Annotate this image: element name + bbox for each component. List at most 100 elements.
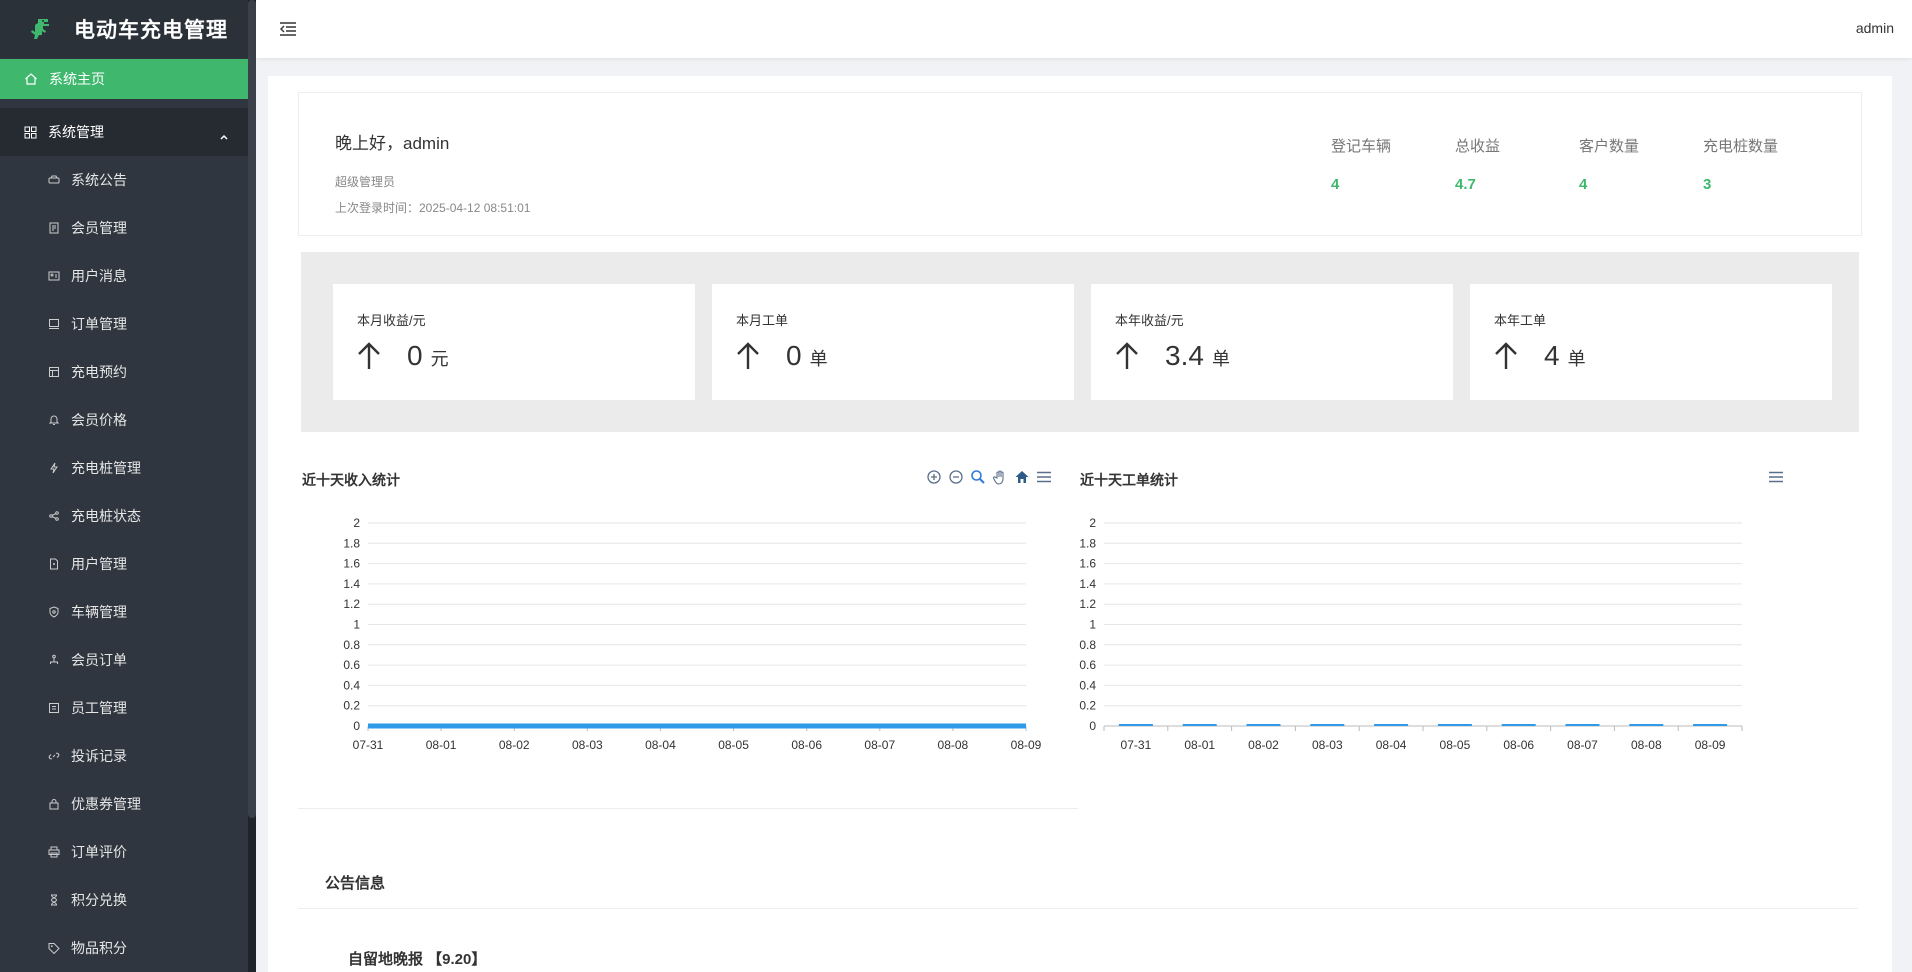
card-value: 0 (407, 340, 423, 371)
y-tick-label: 0.2 (343, 699, 360, 713)
sidebar-item-label: 员工管理 (71, 700, 127, 716)
notice-section-title: 公告信息 (325, 875, 386, 892)
tag-icon (48, 942, 60, 954)
sidebar-item-users[interactable]: 用户管理 (0, 540, 248, 588)
printer-icon (48, 846, 60, 858)
y-tick-label: 0.6 (343, 658, 360, 672)
sidebar-item-label: 车辆管理 (71, 604, 127, 620)
link-icon (48, 750, 60, 762)
sidebar-item-complaints[interactable]: 投诉记录 (0, 732, 248, 780)
divider (298, 808, 1078, 809)
y-tick-label: 1 (1089, 618, 1096, 632)
bell-icon (48, 414, 60, 426)
card-unit: 单 (809, 349, 828, 369)
stat-charging-piles: 充电桩数量 3 (1703, 135, 1813, 193)
sidebar-group-system[interactable]: 系统管理 (0, 108, 248, 156)
bar (1693, 724, 1728, 726)
sidebar-item-pile-manage[interactable]: 充电桩管理 (0, 444, 248, 492)
sidebar-item-label: 优惠券管理 (71, 796, 141, 812)
income-chart[interactable]: 0 0.2 0.4 0.6 0.8 1 1.2 1.4 1.6 1.8 2 07-31 08-01 08-… (268, 456, 1048, 788)
stat-total-revenue: 总收益 4.7 (1455, 135, 1565, 193)
arrow-up-icon (357, 341, 381, 371)
dinosaur-logo-icon (26, 16, 52, 42)
sidebar-item-reservations[interactable]: 充电预约 (0, 348, 248, 396)
stat-value: 4.7 (1455, 176, 1476, 193)
x-tick-label: 08-09 (1695, 738, 1726, 752)
x-tick-label: 08-06 (1503, 738, 1534, 752)
sidebar-item-messages[interactable]: 用户消息 (0, 252, 248, 300)
sidebar-item-members[interactable]: 会员管理 (0, 204, 248, 252)
menu-toggle-icon[interactable] (278, 19, 298, 39)
card-label: 本年工单 (1494, 313, 1547, 328)
x-tick-label: 08-01 (1184, 738, 1215, 752)
sidebar-item-member-price[interactable]: 会员价格 (0, 396, 248, 444)
x-tick-label: 08-06 (791, 738, 822, 752)
card-label: 本月收益/元 (357, 313, 426, 328)
sidebar-item-member-orders[interactable]: 会员订单 (0, 636, 248, 684)
share-icon (48, 510, 60, 522)
y-tick-label: 0.8 (1079, 638, 1096, 652)
layout-icon (48, 366, 60, 378)
car-icon (48, 174, 60, 186)
y-tick-label: 0.2 (1079, 699, 1096, 713)
y-tick-label: 0 (353, 719, 360, 733)
notice-item[interactable]: 自留地晚报 【9.20】 (348, 948, 486, 969)
x-tick-label: 08-07 (1567, 738, 1598, 752)
card-year-orders: 本年工单 4 单 (1470, 284, 1832, 400)
sidebar-item-coupons[interactable]: 优惠券管理 (0, 780, 248, 828)
x-tick-label: 08-08 (938, 738, 969, 752)
sidebar-item-label: 用户消息 (71, 268, 127, 284)
shield-icon (48, 606, 60, 618)
sidebar-scrollbar-track[interactable] (248, 0, 256, 972)
user-menu[interactable]: admin (1856, 20, 1894, 36)
y-tick-label: 0 (1089, 719, 1096, 733)
stat-label: 登记车辆 (1331, 138, 1392, 155)
grid-icon (24, 126, 37, 139)
brand: 电动车充电管理 (0, 0, 248, 58)
card-value: 4 (1544, 340, 1560, 371)
sidebar-item-label: 充电预约 (71, 364, 127, 380)
sidebar-item-label: 物品积分 (71, 940, 127, 956)
orders-chart-panel: 近十天工单统计 0 0.2 0.4 0.6 0.8 1 1.2 1.4 1.6 1.8 2 07-31… (1046, 456, 1826, 788)
sidebar-item-label: 订单管理 (71, 316, 127, 332)
sidebar-item-item-points[interactable]: 物品积分 (0, 924, 248, 972)
user-role: 超级管理员 (335, 175, 396, 189)
sidebar-item-pile-status[interactable]: 充电桩状态 (0, 492, 248, 540)
id-card-icon (48, 270, 60, 282)
sidebar-item-label: 系统公告 (71, 172, 127, 188)
sidebar-item-vehicles[interactable]: 车辆管理 (0, 588, 248, 636)
card-unit: 元 (430, 349, 449, 369)
sidebar-item-orders[interactable]: 订单管理 (0, 300, 248, 348)
x-tick-label: 08-04 (1376, 738, 1407, 752)
orders-chart[interactable]: 0 0.2 0.4 0.6 0.8 1 1.2 1.4 1.6 1.8 2 07-31 08-01 08-… (1046, 456, 1826, 788)
sidebar-item-home[interactable]: 系统主页 (0, 59, 248, 99)
sidebar-item-points-exchange[interactable]: 积分兑换 (0, 876, 248, 924)
sidebar-scrollbar-thumb[interactable] (248, 0, 256, 818)
app-title: 电动车充电管理 (74, 19, 228, 42)
sidebar-item-staff[interactable]: 员工管理 (0, 684, 248, 732)
sidebar-submenu: 系统公告 会员管理 用户消息 订单管理 充电预约 会员价格 充电桩管理 充电桩状… (0, 156, 248, 972)
sidebar-item-label: 会员管理 (71, 220, 127, 236)
sidebar-group-label: 系统管理 (48, 124, 104, 140)
report-icon (48, 702, 60, 714)
arrow-up-icon (1115, 341, 1139, 371)
x-tick-label: 08-07 (864, 738, 895, 752)
y-tick-label: 1 (353, 618, 360, 632)
y-tick-label: 1.6 (343, 557, 360, 571)
x-tick-label: 08-05 (718, 738, 749, 752)
x-tick-label: 08-05 (1440, 738, 1471, 752)
chevron-up-icon[interactable] (220, 128, 228, 140)
sidebar-item-notice[interactable]: 系统公告 (0, 156, 248, 204)
y-tick-label: 1.2 (343, 597, 360, 611)
x-tick-label: 08-02 (499, 738, 530, 752)
bar (1182, 724, 1217, 726)
hourglass-icon (48, 894, 60, 906)
main-content: 晚上好，admin 超级管理员 上次登录时间：2025-04-12 08:51:… (268, 76, 1892, 972)
last-login-time: 上次登录时间：2025-04-12 08:51:01 (335, 201, 531, 215)
lightning-icon (48, 462, 60, 474)
card-value: 3.4 (1165, 340, 1204, 371)
bar (1118, 724, 1153, 726)
y-tick-label: 0.8 (343, 638, 360, 652)
stat-value: 4 (1331, 176, 1340, 193)
sidebar-item-reviews[interactable]: 订单评价 (0, 828, 248, 876)
